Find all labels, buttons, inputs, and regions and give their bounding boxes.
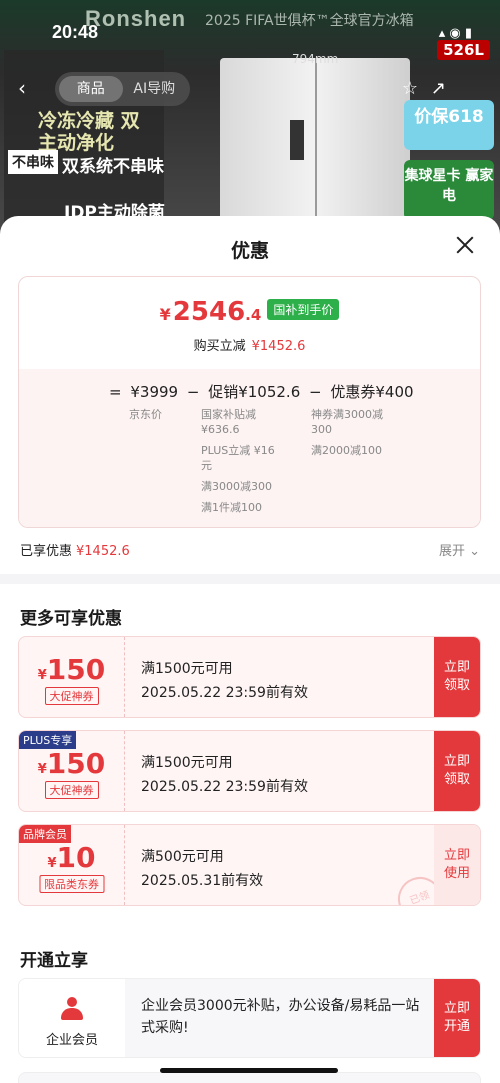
price-integer: 2546: [172, 297, 246, 327]
promo-badge: 价保618: [404, 100, 494, 150]
status-icons: ▴ ◉ ▮: [438, 26, 472, 41]
eq-coupon: 优惠券¥400: [330, 383, 414, 401]
base-label: 京东价: [129, 408, 162, 421]
feature1-chip: 不串味: [8, 150, 58, 174]
coupon-type: 限品类东券: [39, 875, 104, 893]
enjoyed-value: ¥1452.6: [76, 544, 130, 559]
expand-button[interactable]: 展开 ⌄: [439, 540, 480, 559]
capacity-badge: 526L: [437, 40, 490, 60]
open-label: 立即开通: [443, 1001, 470, 1034]
enjoyed-discount: 已享优惠 ¥1452.6: [20, 540, 130, 559]
instant-off-label: 购买立减: [193, 339, 246, 354]
enjoyed-label: 已享优惠: [20, 544, 73, 559]
fridge-panel: [290, 120, 304, 160]
coupon-type: 大促神券: [44, 781, 99, 799]
coupon-value: ¥150 大促神券: [19, 637, 125, 717]
claim-button[interactable]: 立即领取: [434, 637, 480, 717]
instant-off-value: ¥1452.6: [251, 339, 306, 354]
favorite-icon[interactable]: ☆: [402, 78, 418, 99]
feature1-text: 双系统不串味: [62, 157, 164, 177]
next-card-peek: [18, 1072, 481, 1083]
coupon-list: 神券满3000减 300 满2000减100: [311, 407, 401, 464]
price-decimal: .4: [245, 306, 262, 324]
coupon-card: 品牌会员 ¥10 限品类东券 满500元可用 2025.05.31前有效 已领 …: [18, 824, 481, 906]
final-price: ¥ 2546 .4 国补到手价: [19, 297, 480, 327]
enterprise-member-card: 企业会员 企业会员3000元补贴，办公设备/易耗品一站式采购! 立即开通: [18, 978, 481, 1058]
section-divider: [0, 574, 500, 584]
instant-off: 购买立减 ¥1452.6: [19, 335, 480, 354]
price-symbol: ¥: [159, 305, 171, 324]
status-time: 20:48: [52, 22, 99, 42]
tab-product[interactable]: 商品: [59, 76, 123, 102]
coupon-value: PLUS专享 ¥150 大促神券: [19, 731, 125, 811]
coupon-card: PLUS专享 ¥150 大促神券 满1500元可用 2025.05.22 23:…: [18, 730, 481, 812]
home-indicator: [160, 1068, 338, 1073]
campaign-text: 2025 FIFA世俱杯™全球官方冰箱: [205, 13, 414, 29]
fridge-door-line: [315, 58, 317, 228]
subsidy-tag: 国补到手价: [267, 299, 340, 320]
sheet-title: 优惠: [230, 240, 269, 262]
coupon-validity: 2025.05.22 23:59前有效: [141, 779, 308, 795]
price-card: ¥ 2546 .4 国补到手价 购买立减 ¥1452.6 = ¥3999 − 促销…: [18, 276, 481, 528]
headline: 冷冻冷藏 双主动净化: [38, 110, 140, 154]
member-label: 企业会员: [45, 1033, 98, 1048]
coupon-info: 满1500元可用 2025.05.22 23:59前有效: [141, 751, 308, 799]
close-icon[interactable]: [454, 234, 476, 256]
coupon-amount: 10: [56, 841, 96, 874]
promo-item: 国家补贴减 ¥636.6: [201, 408, 256, 436]
promo-item: PLUS立减 ¥16元: [201, 444, 275, 472]
coupon-condition: 满1500元可用: [141, 661, 233, 677]
back-icon[interactable]: ‹: [18, 76, 26, 100]
coupon-validity: 2025.05.22 23:59前有效: [141, 685, 308, 701]
eq-minus: −: [309, 383, 322, 401]
tab-ai-guide[interactable]: AI导购: [123, 76, 187, 102]
coupon-type: 大促神券: [44, 687, 99, 705]
coupon-symbol: ¥: [37, 668, 47, 683]
coupon-item: 满2000减100: [311, 444, 382, 457]
coupon-amount: 150: [46, 747, 106, 780]
claim-label: 立即领取: [443, 754, 470, 787]
coupon-amount: 150: [46, 653, 106, 686]
more-discounts-title: 更多可享优惠: [20, 609, 122, 629]
price-breakdown: = ¥3999 − 促销¥1052.6 − 优惠券¥400 京东价 国家补贴减 …: [19, 369, 480, 527]
use-label: 立即使用: [443, 848, 470, 881]
eq-equals: =: [109, 383, 122, 401]
promo-item: 满3000减300: [201, 480, 272, 493]
claim-label: 立即领取: [443, 660, 470, 693]
discount-sheet: 优惠 ¥ 2546 .4 国补到手价 购买立减 ¥1452.6 = ¥3999 −…: [0, 216, 500, 1083]
use-button[interactable]: 立即使用: [434, 825, 480, 905]
coupon-info: 满1500元可用 2025.05.22 23:59前有效: [141, 657, 308, 705]
coupon-condition: 满500元可用: [141, 849, 224, 865]
product-background: Ronshen 2025 FIFA世俱杯™全球官方冰箱 20:48 ▴ ◉ ▮ …: [0, 0, 500, 240]
member-description: 企业会员3000元补贴，办公设备/易耗品一站式采购!: [141, 998, 420, 1036]
eq-minus: −: [186, 383, 200, 401]
open-title: 开通立享: [20, 951, 88, 971]
coupon-card: ¥150 大促神券 满1500元可用 2025.05.22 23:59前有效 立…: [18, 636, 481, 718]
member-type: 企业会员: [19, 979, 125, 1057]
eq-promo: 促销¥1052.6: [208, 383, 301, 401]
promo-item: 满1件减100: [201, 501, 262, 514]
coupon-value: 品牌会员 ¥10 限品类东券: [19, 825, 125, 905]
claim-button[interactable]: 立即领取: [434, 731, 480, 811]
coupon-symbol: ¥: [37, 762, 47, 777]
brand-logo: Ronshen: [85, 6, 187, 31]
user-icon: [61, 997, 83, 1021]
dimension-label: 794mm: [292, 52, 339, 66]
share-icon[interactable]: ↗: [431, 78, 446, 99]
nav-tabs: 商品 AI导购: [55, 72, 190, 106]
coupon-item: 神券满3000减 300: [311, 408, 383, 436]
price-equation: = ¥3999 − 促销¥1052.6 − 优惠券¥400: [109, 381, 418, 402]
eq-base: ¥3999: [130, 383, 179, 401]
coupon-condition: 满1500元可用: [141, 755, 233, 771]
promo-list: 国家补贴减 ¥636.6 PLUS立减 ¥16元 满3000减300 满1件减1…: [201, 407, 281, 521]
coupon-validity: 2025.05.31前有效: [141, 873, 264, 889]
open-button[interactable]: 立即开通: [434, 979, 480, 1057]
promo-badge-2: 集球星卡 赢家电: [404, 160, 494, 220]
coupon-info: 满500元可用 2025.05.31前有效: [141, 845, 263, 893]
coupon-symbol: ¥: [47, 856, 57, 871]
